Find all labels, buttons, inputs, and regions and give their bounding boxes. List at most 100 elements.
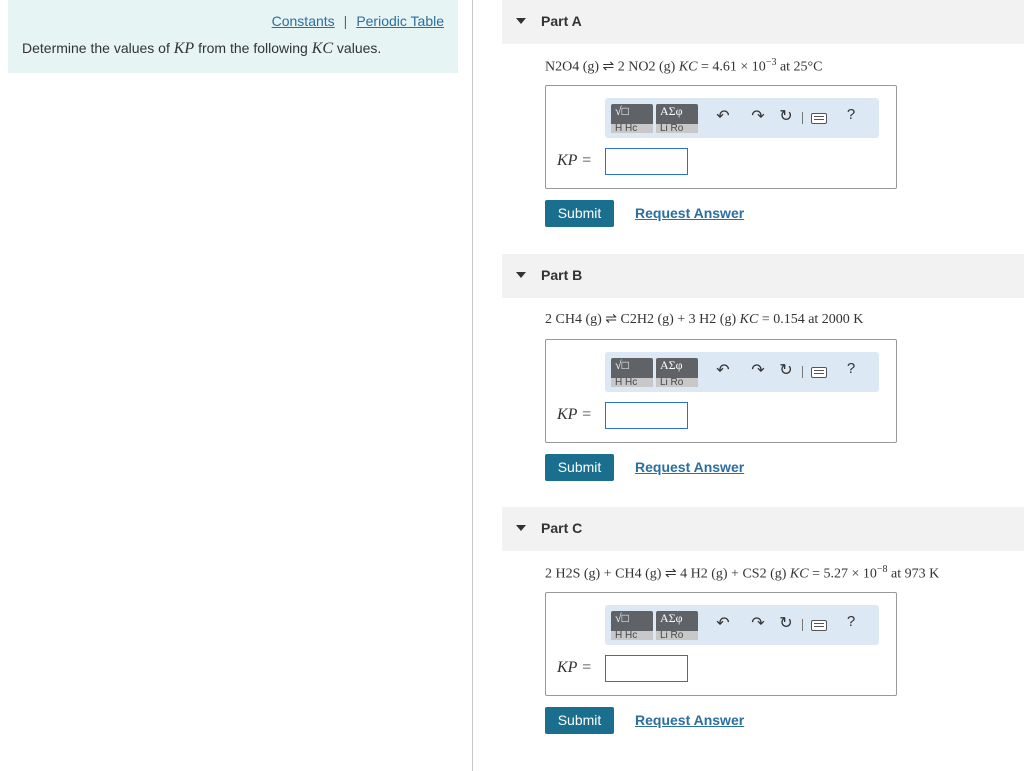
kp-answer-input[interactable] xyxy=(605,402,688,429)
redo-icon[interactable]: ↷ xyxy=(748,106,768,128)
undo-icon[interactable]: ↶ xyxy=(713,613,733,635)
constants-link[interactable]: Constants xyxy=(272,13,335,29)
intro-prefix: Determine the values of xyxy=(22,40,174,56)
link-separator: | xyxy=(343,13,348,29)
redo-icon[interactable]: ↷ xyxy=(748,613,768,635)
reaction-equation: N2O4 (g) ⇌ 2 NO2 (g) KC = 4.61 × 10−3 at… xyxy=(545,57,823,76)
kp-symbol: KP xyxy=(173,40,195,57)
kp-answer-input[interactable] xyxy=(605,148,688,175)
reset-icon[interactable]: ↻ xyxy=(776,613,796,635)
redo-icon[interactable]: ↷ xyxy=(748,360,768,382)
reaction-equation: 2 CH4 (g) ⇌ C2H2 (g) + 3 H2 (g) KC = 0.1… xyxy=(545,311,863,328)
keyboard-icon[interactable] xyxy=(811,113,827,124)
math-toolbar: √□ H Hc ΑΣφ Li Ro ↶ ↷ ↻ ? xyxy=(605,605,879,645)
equation-k-value: = 5.27 × 10 xyxy=(808,566,877,582)
symbols-button[interactable]: ΑΣφ Li Ro xyxy=(656,104,698,133)
intro-suffix: values. xyxy=(333,40,382,56)
templates-sublabel: H Hc xyxy=(611,124,653,133)
symbols-sublabel: Li Ro xyxy=(656,378,698,387)
collapse-caret-icon[interactable] xyxy=(516,272,526,278)
part-b: Part B 2 CH4 (g) ⇌ C2H2 (g) + 3 H2 (g) K… xyxy=(502,254,1024,507)
equation-exponent: −3 xyxy=(765,57,777,68)
part-c: Part C 2 H2S (g) + CH4 (g) ⇌ 4 H2 (g) + … xyxy=(502,507,1024,760)
problem-statement: Determine the values of KP from the foll… xyxy=(22,40,381,58)
reset-icon[interactable]: ↻ xyxy=(776,360,796,382)
part-title: Part B xyxy=(541,267,583,283)
templates-label: √□ xyxy=(615,104,629,118)
request-answer-link[interactable]: Request Answer xyxy=(635,205,744,221)
panel-divider xyxy=(472,0,473,771)
part-a: Part A N2O4 (g) ⇌ 2 NO2 (g) KC = 4.61 × … xyxy=(502,0,1024,253)
templates-sublabel: H Hc xyxy=(611,378,653,387)
math-toolbar: √□ H Hc ΑΣφ Li Ro ↶ ↷ ↻ ? xyxy=(605,98,879,138)
intro-middle: from the following xyxy=(194,40,312,56)
kc-symbol: KC xyxy=(311,40,334,57)
symbols-label: ΑΣφ xyxy=(660,104,683,118)
symbols-sublabel: Li Ro xyxy=(656,124,698,133)
templates-button[interactable]: √□ H Hc xyxy=(611,358,653,387)
templates-label: √□ xyxy=(615,358,629,372)
keyboard-icon[interactable] xyxy=(811,620,827,631)
equation-k-symbol: KC xyxy=(678,59,698,75)
equation-k-value: = 0.154 at 2000 K xyxy=(758,312,864,327)
equilibrium-arrow: ⇌ xyxy=(602,59,615,75)
help-icon[interactable]: ? xyxy=(844,360,858,377)
equation-lhs: 2 CH4 (g) xyxy=(545,312,602,327)
equation-lhs: N2O4 (g) xyxy=(545,59,600,75)
answer-box: √□ H Hc ΑΣφ Li Ro ↶ ↷ ↻ ? KP = xyxy=(545,592,897,696)
reaction-equation: 2 H2S (g) + CH4 (g) ⇌ 4 H2 (g) + CS2 (g)… xyxy=(545,564,939,583)
templates-sublabel: H Hc xyxy=(611,631,653,640)
templates-label: √□ xyxy=(615,611,629,625)
equation-lhs: 2 H2S (g) + CH4 (g) xyxy=(545,566,662,582)
symbols-sublabel: Li Ro xyxy=(656,631,698,640)
part-c-header[interactable]: Part C xyxy=(502,507,1024,551)
kp-label: KP = xyxy=(557,406,592,423)
templates-button[interactable]: √□ H Hc xyxy=(611,611,653,640)
equation-rhs: 4 H2 (g) + CS2 (g) xyxy=(680,566,787,582)
answer-box: √□ H Hc ΑΣφ Li Ro ↶ ↷ ↻ ? KP = xyxy=(545,339,897,443)
submit-button[interactable]: Submit xyxy=(545,454,614,481)
intro-panel: Constants | Periodic Table Determine the v… xyxy=(8,0,458,73)
part-b-header[interactable]: Part B xyxy=(502,254,1024,298)
help-icon[interactable]: ? xyxy=(844,613,858,630)
equation-k-value: = 4.61 × 10 xyxy=(697,59,766,75)
submit-button[interactable]: Submit xyxy=(545,200,614,227)
submit-button[interactable]: Submit xyxy=(545,707,614,734)
math-toolbar: √□ H Hc ΑΣφ Li Ro ↶ ↷ ↻ ? xyxy=(605,352,879,392)
kp-label: KP = xyxy=(557,152,592,169)
equation-rhs: C2H2 (g) + 3 H2 (g) xyxy=(620,312,737,327)
undo-icon[interactable]: ↶ xyxy=(713,106,733,128)
equation-k-symbol: KC xyxy=(739,312,759,327)
periodic-table-link[interactable]: Periodic Table xyxy=(356,13,444,29)
request-answer-link[interactable]: Request Answer xyxy=(635,459,744,475)
equation-condition: at 25°C xyxy=(776,59,823,75)
toolbar-separator xyxy=(802,619,803,631)
equation-condition: at 973 K xyxy=(887,566,940,582)
undo-icon[interactable]: ↶ xyxy=(713,360,733,382)
equation-k-symbol: KC xyxy=(789,566,809,582)
request-answer-link[interactable]: Request Answer xyxy=(635,712,744,728)
symbols-label: ΑΣφ xyxy=(660,358,683,372)
equilibrium-arrow: ⇌ xyxy=(605,312,618,327)
part-a-header[interactable]: Part A xyxy=(502,0,1024,44)
help-icon[interactable]: ? xyxy=(844,106,858,123)
symbols-button[interactable]: ΑΣφ Li Ro xyxy=(656,358,698,387)
answer-box: √□ H Hc ΑΣφ Li Ro ↶ ↷ ↻ ? KP = xyxy=(545,85,897,189)
equation-exponent: −8 xyxy=(876,564,888,575)
symbols-button[interactable]: ΑΣφ Li Ro xyxy=(656,611,698,640)
kp-label: KP = xyxy=(557,659,592,676)
part-title: Part A xyxy=(541,13,582,29)
kp-answer-input[interactable] xyxy=(605,655,688,682)
toolbar-separator xyxy=(802,112,803,124)
collapse-caret-icon[interactable] xyxy=(516,525,526,531)
reset-icon[interactable]: ↻ xyxy=(776,106,796,128)
symbols-label: ΑΣφ xyxy=(660,611,683,625)
templates-button[interactable]: √□ H Hc xyxy=(611,104,653,133)
part-title: Part C xyxy=(541,520,583,536)
reference-links: Constants | Periodic Table xyxy=(272,13,444,29)
toolbar-separator xyxy=(802,366,803,378)
equilibrium-arrow: ⇌ xyxy=(664,566,677,582)
collapse-caret-icon[interactable] xyxy=(516,18,526,24)
keyboard-icon[interactable] xyxy=(811,367,827,378)
equation-rhs: 2 NO2 (g) xyxy=(617,59,676,75)
